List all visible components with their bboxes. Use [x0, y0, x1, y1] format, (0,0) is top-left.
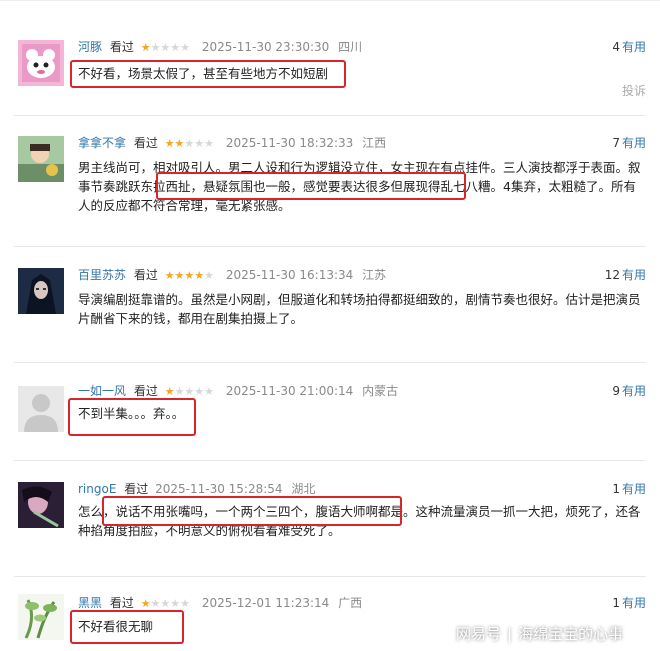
watched-label: 看过: [133, 136, 158, 150]
username-link[interactable]: 百里苏苏: [78, 268, 126, 282]
comment-meta: 百里苏苏 看过 ★★★★★ 2025-11-30 16:13:34 江苏: [78, 266, 386, 284]
highlight-box: [102, 496, 402, 526]
report-link[interactable]: 投诉: [622, 82, 646, 99]
divider: [14, 576, 646, 577]
watched-label: 看过: [133, 384, 158, 398]
highlight-box: [70, 610, 184, 644]
comment-time: 2025-11-30 18:32:33: [225, 136, 354, 150]
comment-item: 百里苏苏 看过 ★★★★★ 2025-11-30 16:13:34 江苏 12 有…: [0, 266, 660, 336]
rating-stars: ★★★★★: [140, 41, 191, 54]
avatar[interactable]: [18, 482, 64, 528]
watched-label: 看过: [109, 40, 134, 54]
comment-text: 导演编剧挺靠谱的。虽然是小网剧，但服道化和转场拍得都挺细致的，剧情节奏也很好。估…: [78, 292, 641, 326]
comment-location: 湖北: [291, 482, 316, 496]
highlight-box: [70, 60, 346, 88]
divider: [14, 246, 646, 247]
watermark-brand: 网易号: [456, 625, 502, 643]
username-link[interactable]: 河豚: [78, 40, 102, 54]
comment-item: 河豚 看过 ★★★★★ 2025-11-30 23:30:30 四川 4 有用 不…: [0, 38, 660, 108]
comment-time: 2025-11-30 16:13:34: [225, 268, 354, 282]
watermark: 网易号 | 海绵宝宝的心事: [456, 623, 623, 644]
comment-location: 四川: [338, 40, 363, 54]
avatar[interactable]: [18, 268, 64, 314]
useful-label: 有用: [621, 268, 646, 282]
comment-item: 一如一风 看过 ★★★★★ 2025-11-30 21:00:14 内蒙古 9有…: [0, 382, 660, 442]
comment-meta: 拿拿不拿 看过 ★★★★★ 2025-11-30 18:32:33 江西: [78, 134, 386, 152]
comment-time: 2025-11-30 23:30:30: [201, 40, 330, 54]
useful-count: 1: [612, 596, 620, 610]
useful-button[interactable]: 4 有用: [612, 38, 646, 56]
comment-location: 广西: [338, 596, 363, 610]
rating-stars: ★★★★★: [164, 269, 215, 282]
username-link[interactable]: 黑黑: [78, 596, 102, 610]
comment-location: 内蒙古: [362, 384, 399, 398]
watched-label: 看过: [109, 596, 134, 610]
comment-location: 江西: [362, 136, 387, 150]
useful-count: 7: [612, 136, 620, 150]
useful-button[interactable]: 1 有用: [612, 594, 646, 612]
comment-meta: 河豚 看过 ★★★★★ 2025-11-30 23:30:30 四川: [78, 38, 362, 56]
watched-label: 看过: [124, 482, 149, 496]
avatar[interactable]: [18, 136, 64, 182]
comment-item: ringoE 看过 2025-11-30 15:28:54 湖北 1 有用 怎么，…: [0, 480, 660, 560]
useful-count: 12: [604, 268, 620, 282]
divider: [14, 362, 646, 363]
divider: [14, 460, 646, 461]
username-link[interactable]: 一如一风: [78, 384, 126, 398]
watermark-author: 海绵宝宝的心事: [518, 625, 624, 643]
highlight-box: [68, 398, 196, 436]
useful-count: 9: [612, 384, 620, 398]
divider: [14, 115, 646, 116]
username-link[interactable]: ringoE: [78, 482, 116, 496]
useful-button[interactable]: 1 有用: [612, 480, 646, 498]
avatar[interactable]: [18, 386, 64, 432]
comment-time: 2025-11-30 15:28:54: [155, 482, 283, 496]
username-link[interactable]: 拿拿不拿: [78, 136, 126, 150]
watched-label: 看过: [133, 268, 158, 282]
highlight-box: [156, 172, 466, 200]
useful-count: 1: [612, 482, 620, 496]
useful-label: 有用: [621, 40, 646, 54]
comment-item: 拿拿不拿 看过 ★★★★★ 2025-11-30 18:32:33 江西 7 有用…: [0, 134, 660, 224]
useful-button[interactable]: 12 有用: [605, 266, 646, 284]
rating-stars: ★★★★★: [164, 137, 215, 150]
watermark-divider: |: [507, 625, 513, 643]
avatar[interactable]: [18, 594, 64, 640]
comment-time: 2025-11-30 21:00:14: [225, 384, 354, 398]
useful-label: 有用: [621, 482, 646, 496]
useful-count: 4: [612, 40, 620, 54]
useful-label: 有用: [621, 136, 646, 150]
useful-label: 有用: [621, 384, 646, 398]
comment-time: 2025-12-01 11:23:14: [201, 596, 330, 610]
avatar[interactable]: [18, 40, 64, 86]
useful-label: 有用: [621, 596, 646, 610]
useful-button[interactable]: 7 有用: [612, 134, 646, 152]
top-divider: [0, 0, 660, 1]
useful-button[interactable]: 9 有用: [612, 382, 646, 400]
comment-location: 江苏: [362, 268, 387, 282]
